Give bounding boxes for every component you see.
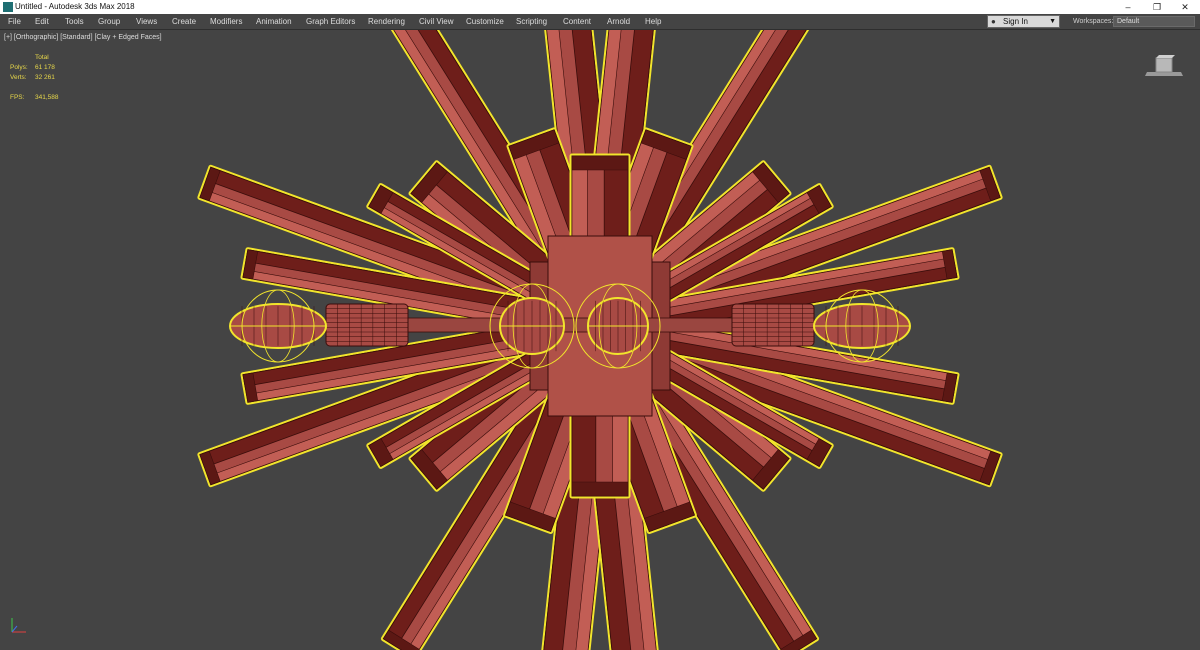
- viewport-label[interactable]: [+] [Orthographic] [Standard] [Clay + Ed…: [4, 34, 162, 41]
- sign-in-label: Sign In: [1003, 17, 1028, 26]
- menu-scripting[interactable]: Scripting: [516, 14, 547, 29]
- workspaces-select[interactable]: Default: [1113, 16, 1195, 27]
- polys-label: Polys:: [10, 64, 28, 71]
- viewcube-face[interactable]: [1155, 57, 1173, 73]
- sign-in-dropdown[interactable]: ● Sign In ▼: [987, 15, 1060, 28]
- fps-value: 341,588: [35, 94, 59, 101]
- menu-arnold[interactable]: Arnold: [607, 14, 630, 29]
- title-bar: Untitled - Autodesk 3ds Max 2018 – ❐ ✕: [0, 0, 1200, 14]
- verts-label: Verts:: [10, 74, 27, 81]
- menu-content[interactable]: Content: [563, 14, 591, 29]
- verts-value: 32 261: [35, 74, 55, 81]
- minimize-button[interactable]: –: [1113, 0, 1143, 14]
- menu-views[interactable]: Views: [136, 14, 157, 29]
- stats-header: Total: [35, 54, 49, 61]
- menu-customize[interactable]: Customize: [466, 14, 504, 29]
- menu-graph-editors[interactable]: Graph Editors: [306, 14, 355, 29]
- polys-value: 61 178: [35, 64, 55, 71]
- spike-cap-inner-12: [571, 155, 629, 171]
- menu-civil-view[interactable]: Civil View: [419, 14, 454, 29]
- window-title: Untitled - Autodesk 3ds Max 2018: [15, 2, 135, 11]
- viewcube-top[interactable]: [1156, 55, 1175, 58]
- menu-edit[interactable]: Edit: [35, 14, 49, 29]
- fps-label: FPS:: [10, 94, 25, 101]
- left-cylinder[interactable]: [325, 303, 409, 347]
- menu-animation[interactable]: Animation: [256, 14, 292, 29]
- menu-tools[interactable]: Tools: [65, 14, 84, 29]
- maximize-button[interactable]: ❐: [1142, 0, 1172, 14]
- viewcube[interactable]: [1143, 52, 1185, 78]
- menu-rendering[interactable]: Rendering: [368, 14, 405, 29]
- menu-create[interactable]: Create: [172, 14, 196, 29]
- right-cylinder[interactable]: [731, 303, 815, 347]
- axis-z-line: [11, 625, 18, 633]
- user-icon: ●: [991, 17, 996, 26]
- star-model[interactable]: [0, 30, 1200, 650]
- menu-modifiers[interactable]: Modifiers: [210, 14, 242, 29]
- right-cylinder-body[interactable]: [731, 303, 815, 347]
- spike-cap-inner-13: [571, 481, 629, 497]
- app-icon: [3, 2, 13, 12]
- menu-group[interactable]: Group: [98, 14, 120, 29]
- chevron-down-icon: ▼: [1049, 18, 1056, 25]
- menu-help[interactable]: Help: [645, 14, 661, 29]
- close-button[interactable]: ✕: [1170, 0, 1200, 14]
- axis-tripod: [6, 612, 32, 638]
- left-cylinder-body[interactable]: [325, 303, 409, 347]
- workspaces-label: Workspaces:: [1073, 18, 1114, 25]
- viewcube-icon[interactable]: [1143, 52, 1185, 78]
- axis-tripod-icon: [11, 618, 26, 633]
- viewport[interactable]: [0, 30, 1200, 650]
- menu-file[interactable]: File: [8, 14, 21, 29]
- viewcube-base: [1145, 72, 1183, 76]
